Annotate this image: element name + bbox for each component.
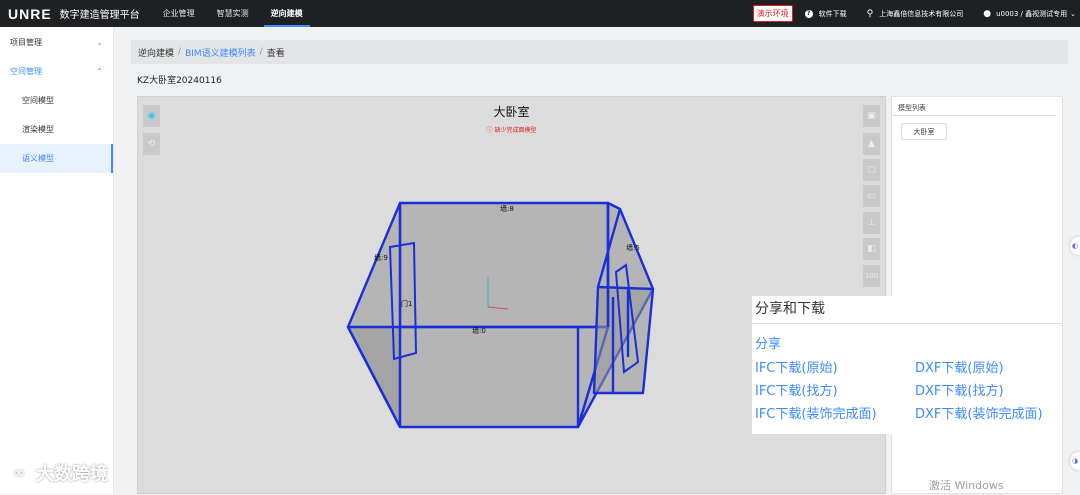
company-selector[interactable]: ⚲ 上海鑫倍信息技术有限公司 (867, 9, 964, 19)
model-list-panel: 模型列表 大卧室 (891, 96, 1063, 494)
watermark-text: 大数跨境 (36, 464, 108, 485)
sidebar-item-render-model[interactable]: 渲染模型 (0, 115, 113, 144)
main-nav: 企业管理 智慧实测 逆向建模 (152, 0, 314, 27)
watermark: ∞ 大数跨境 (8, 460, 108, 486)
floor-front (346, 325, 610, 429)
sidebar-item-space-model[interactable]: 空间模型 (0, 86, 113, 115)
nav-enterprise[interactable]: 企业管理 (152, 0, 206, 27)
windows-activation-notice: 激活 Windows (929, 479, 1004, 492)
software-download-label: 软件下载 (818, 9, 847, 18)
sidebar-item-project[interactable]: 项目管理 ⌄ (0, 28, 113, 57)
share-download-panel: 分享和下载 分享 IFC下载(原始) IFC下载(找方) IFC下载(装饰完成面… (752, 296, 1062, 434)
ifc-download-finish[interactable]: IFC下载(装饰完成面) (755, 403, 877, 422)
help-icon: ? (804, 9, 813, 18)
annex-box (592, 285, 655, 395)
company-name: 上海鑫倍信息技术有限公司 (879, 9, 964, 18)
label-door1: 门1 (401, 299, 412, 308)
sidebar-item-label: 空间管理 (10, 67, 42, 76)
nav-reverse-modeling[interactable]: 逆向建模 (260, 0, 314, 27)
chevron-down-icon: ⌄ (96, 38, 103, 47)
user-name: u0003 / 鑫视测试专用 (996, 9, 1068, 18)
model-list-title: 模型列表 (892, 97, 1056, 116)
env-badge: 演示环境 (752, 5, 793, 22)
label-wall-right: 墙:5 (626, 243, 640, 252)
sidebar-item-label: 空间模型 (22, 96, 54, 105)
top-bar: UNRE 数字建造管理平台 企业管理 智慧实测 逆向建模 演示环境 ? 软件下载… (0, 0, 1080, 27)
dxf-download-finish[interactable]: DXF下载(装饰完成面) (915, 403, 1043, 422)
model-name: KZ大卧室20240116 (137, 76, 222, 86)
label-wall9: 墙:9 (374, 253, 388, 262)
brand-title: 数字建造管理平台 (59, 10, 140, 21)
breadcrumb-list[interactable]: BIM语义建模列表 (185, 46, 256, 59)
model-list-item[interactable]: 大卧室 (901, 123, 947, 140)
breadcrumb-current: 查看 (266, 48, 285, 59)
software-download-link[interactable]: ? 软件下载 (804, 9, 847, 19)
watermark-logo-icon: ∞ (8, 463, 30, 483)
share-title: 分享和下载 (755, 301, 825, 317)
breadcrumb-separator: / (178, 47, 182, 57)
label-wall8: 墙:8 (500, 204, 514, 213)
sidebar: 项目管理 ⌄ 空间管理 ⌃ 空间模型 渲染模型 语义模型 (0, 27, 114, 494)
divider (752, 323, 1062, 324)
model-viewer[interactable]: 大卧室 ⓘ 缺少完成面模型 ◉ ⟲ ▣ ▲ ▢ ▭ ⊥ ◧ 100 墙:8 墙:… (137, 96, 886, 494)
breadcrumb-root[interactable]: 逆向建模 (138, 46, 174, 59)
sidebar-item-label: 渲染模型 (22, 125, 54, 134)
breadcrumb-separator: / (259, 47, 263, 57)
label-wall0: 墙:0 (472, 326, 486, 335)
sidebar-item-label: 项目管理 (10, 38, 42, 47)
user-menu[interactable]: ● u0003 / 鑫视测试专用 ⌄ (983, 9, 1076, 19)
ifc-download-squared[interactable]: IFC下载(找方) (755, 380, 838, 399)
header-right: 演示环境 ? 软件下载 ⚲ 上海鑫倍信息技术有限公司 ● u0003 / 鑫视测… (752, 0, 1080, 27)
user-icon: ● (983, 8, 992, 19)
location-icon: ⚲ (866, 8, 874, 19)
breadcrumb: 逆向建模 / BIM语义建模列表 / 查看 (131, 40, 1068, 64)
sidebar-item-space[interactable]: 空间管理 ⌃ (0, 57, 113, 86)
chevron-up-icon: ⌃ (96, 67, 103, 76)
nav-measure[interactable]: 智慧实测 (206, 0, 260, 27)
ifc-download-original[interactable]: IFC下载(原始) (755, 357, 838, 376)
chevron-down-icon: ⌄ (1070, 9, 1076, 18)
dxf-download-squared[interactable]: DXF下载(找方) (915, 380, 1004, 399)
sidebar-item-label: 语义模型 (22, 154, 54, 163)
logo[interactable]: UNRE (8, 6, 52, 22)
dxf-download-original[interactable]: DXF下载(原始) (915, 357, 1004, 376)
share-link[interactable]: 分享 (755, 333, 781, 352)
sidebar-item-semantic-model[interactable]: 语义模型 (0, 144, 113, 173)
